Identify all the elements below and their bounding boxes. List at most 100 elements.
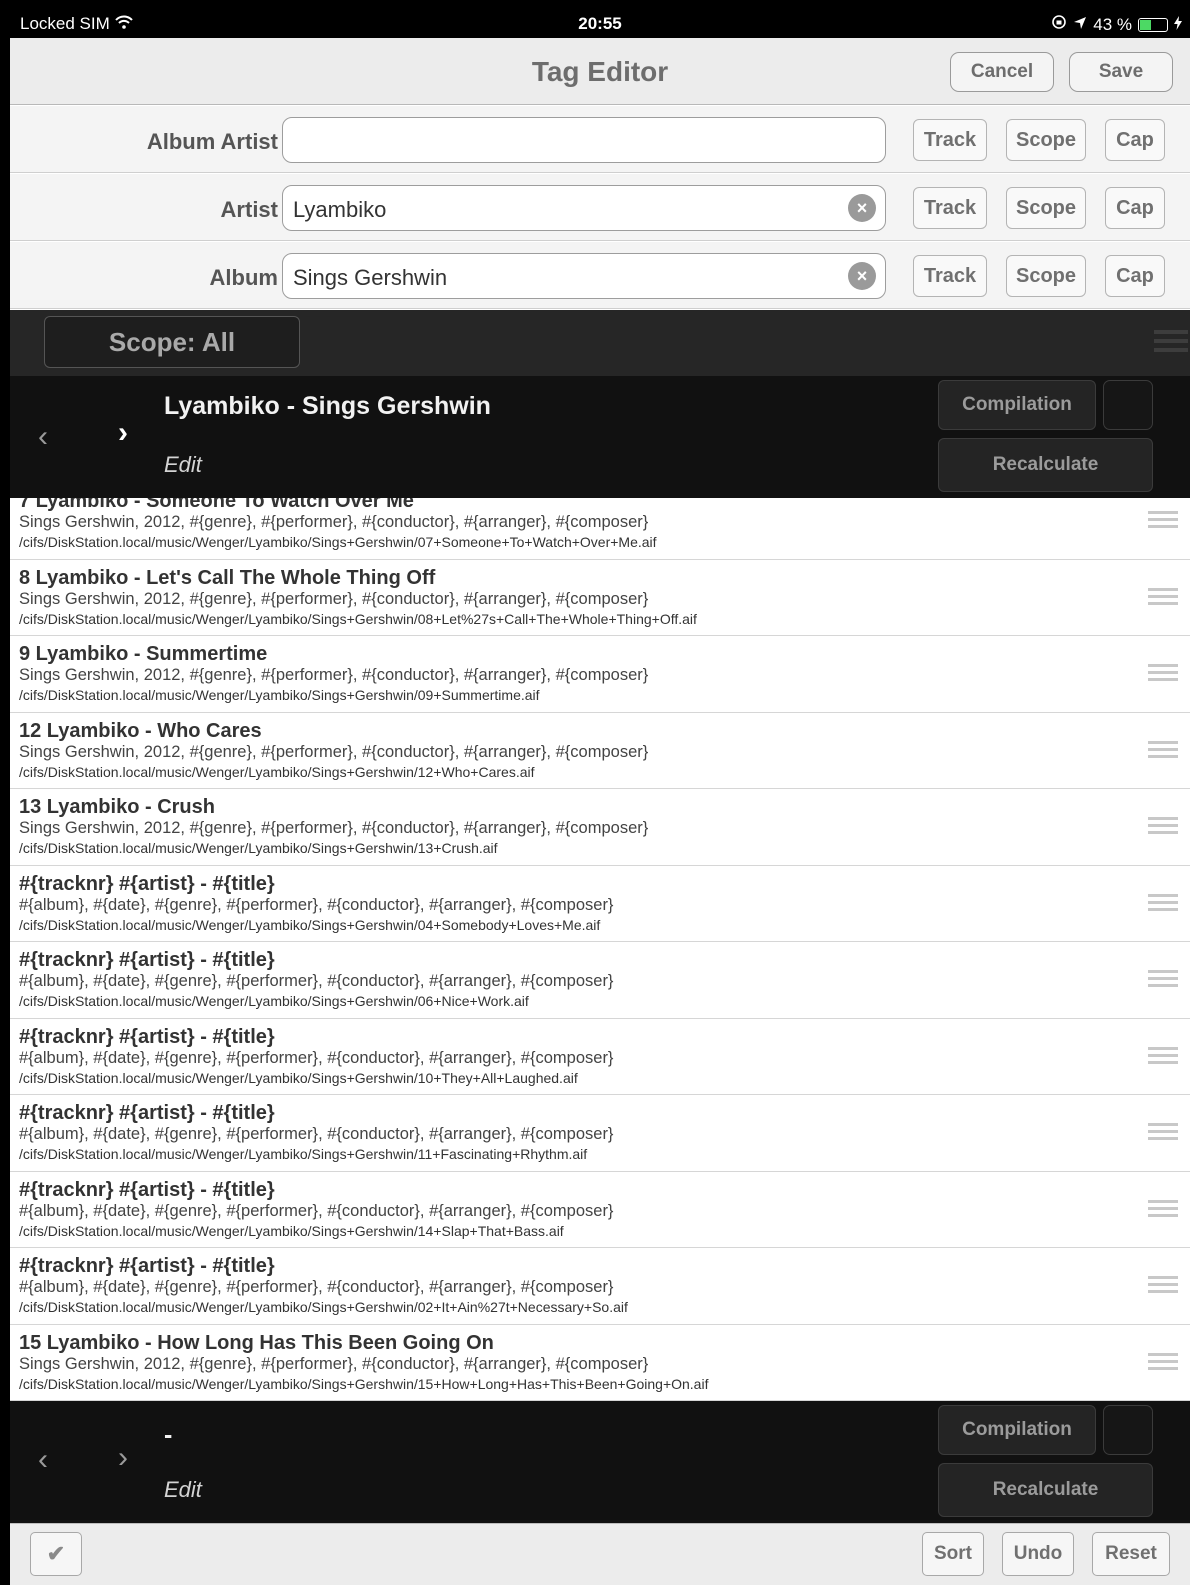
album-artist-field[interactable]: [282, 117, 886, 163]
navigation-bar: Tag Editor Cancel Save: [10, 38, 1190, 105]
chevron-left-icon[interactable]: ‹: [38, 420, 48, 454]
track-row[interactable]: 15 Lyambiko - How Long Has This Been Goi…: [10, 1325, 1190, 1401]
save-button[interactable]: Save: [1069, 52, 1173, 92]
drag-handle-icon[interactable]: [1148, 1199, 1178, 1222]
track-row[interactable]: 8 Lyambiko - Let's Call The Whole Thing …: [10, 560, 1190, 636]
drag-handle-icon[interactable]: [1148, 1276, 1178, 1298]
track-row[interactable]: #{tracknr} #{artist} - #{title} #{album},…: [10, 1095, 1190, 1172]
compilation-button[interactable]: Compilation: [938, 380, 1096, 430]
album-artist-cap-button[interactable]: Cap: [1105, 119, 1165, 161]
track-path: /cifs/DiskStation.local/music/Wenger/Lya…: [19, 1375, 709, 1392]
artist-scope-button[interactable]: Scope: [1006, 187, 1086, 229]
cancel-button[interactable]: Cancel: [950, 52, 1054, 92]
album-row: Album Sings Gershwin × Track Scope Cap: [10, 242, 1190, 309]
track-meta: Sings Gershwin, 2012, #{genre}, #{perfor…: [19, 742, 649, 761]
checkmark-icon[interactable]: ✔: [30, 1532, 82, 1576]
track-row[interactable]: #{tracknr} #{artist} - #{title} #{album},…: [10, 1172, 1190, 1248]
track-path: /cifs/DiskStation.local/music/Wenger/Lya…: [19, 1299, 628, 1315]
track-title: 7 Lyambiko - Someone To Watch Over Me: [19, 498, 414, 512]
album-track-button[interactable]: Track: [913, 255, 987, 297]
orientation-lock-icon: [1051, 14, 1067, 35]
track-title: #{tracknr} #{artist} - #{title}: [19, 1025, 275, 1048]
track-row[interactable]: 7 Lyambiko - Someone To Watch Over Me Sin…: [10, 498, 1190, 560]
edit-link[interactable]: Edit: [164, 452, 202, 478]
album-artist-scope-button[interactable]: Scope: [1006, 119, 1086, 161]
menu-icon[interactable]: [1154, 330, 1188, 354]
track-row[interactable]: 13 Lyambiko - Crush Sings Gershwin, 2012,…: [10, 789, 1190, 866]
drag-handle-icon[interactable]: [1148, 1123, 1178, 1145]
track-meta: #{album}, #{date}, #{genre}, #{performer…: [19, 1201, 614, 1220]
charging-icon: [1174, 15, 1182, 35]
sort-button[interactable]: Sort: [922, 1532, 984, 1576]
clear-icon[interactable]: ×: [848, 194, 876, 222]
track-path: /cifs/DiskStation.local/music/Wenger/Lya…: [19, 1069, 578, 1086]
edit-link[interactable]: Edit: [164, 1477, 202, 1503]
album-artist-row: Album Artist Track Scope Cap: [10, 106, 1190, 173]
track-row[interactable]: 12 Lyambiko - Who Cares Sings Gershwin, 2…: [10, 713, 1190, 789]
track-title: 15 Lyambiko - How Long Has This Been Goi…: [19, 1331, 494, 1354]
track-title: #{tracknr} #{artist} - #{title}: [19, 1102, 275, 1124]
scope-button[interactable]: Scope: All: [44, 316, 300, 368]
drag-handle-icon[interactable]: [1148, 511, 1178, 533]
drag-handle-icon[interactable]: [1148, 740, 1178, 763]
track-meta: Sings Gershwin, 2012, #{genre}, #{perfor…: [19, 819, 649, 837]
artist-cap-button[interactable]: Cap: [1105, 187, 1165, 229]
track-meta: Sings Gershwin, 2012, #{genre}, #{perfor…: [19, 513, 649, 531]
track-path: /cifs/DiskStation.local/music/Wenger/Lya…: [19, 840, 498, 856]
tag-editor-screen: Locked SIM 20:55 43 % Tag Editor Cancel …: [10, 0, 1190, 1585]
album-header-panel: ‹ › Lyambiko - Sings Gershwin Edit Compi…: [10, 376, 1190, 498]
track-meta: #{album}, #{date}, #{genre}, #{performer…: [19, 895, 614, 914]
drag-handle-icon[interactable]: [1148, 664, 1178, 686]
location-icon: [1073, 15, 1087, 35]
album-artist-track-button[interactable]: Track: [913, 119, 987, 161]
artist-row: Artist Lyambiko × Track Scope Cap: [10, 174, 1190, 241]
compilation-checkbox[interactable]: [1103, 1405, 1153, 1455]
track-row[interactable]: #{tracknr} #{artist} - #{title} #{album},…: [10, 866, 1190, 942]
undo-button[interactable]: Undo: [1002, 1532, 1074, 1576]
track-row[interactable]: #{tracknr} #{artist} - #{title} #{album},…: [10, 1248, 1190, 1325]
drag-handle-icon[interactable]: [1148, 970, 1178, 992]
drag-handle-icon[interactable]: [1148, 587, 1178, 610]
track-title: #{tracknr} #{artist} - #{title}: [19, 1255, 275, 1277]
track-row[interactable]: 9 Lyambiko - Summertime Sings Gershwin, 2…: [10, 636, 1190, 713]
album-cap-button[interactable]: Cap: [1105, 255, 1165, 297]
track-path: /cifs/DiskStation.local/music/Wenger/Lya…: [19, 993, 529, 1009]
artist-track-button[interactable]: Track: [913, 187, 987, 229]
chevron-right-icon[interactable]: ›: [118, 1441, 128, 1475]
status-bar: Locked SIM 20:55 43 %: [10, 0, 1190, 38]
track-row[interactable]: #{tracknr} #{artist} - #{title} #{album},…: [10, 942, 1190, 1019]
album-field[interactable]: Sings Gershwin ×: [282, 253, 886, 299]
track-meta: #{album}, #{date}, #{genre}, #{performer…: [19, 1048, 614, 1067]
track-title: 8 Lyambiko - Let's Call The Whole Thing …: [19, 566, 436, 589]
drag-handle-icon[interactable]: [1148, 817, 1178, 839]
track-path: /cifs/DiskStation.local/music/Wenger/Lya…: [19, 1222, 564, 1239]
album-artist-label: Album Artist: [146, 129, 278, 154]
album-header-title: Lyambiko - Sings Gershwin: [164, 392, 491, 420]
drag-handle-icon[interactable]: [1148, 1352, 1178, 1375]
album-scope-button[interactable]: Scope: [1006, 255, 1086, 297]
clock: 20:55: [578, 14, 622, 33]
album-label: Album: [209, 265, 278, 290]
track-path: /cifs/DiskStation.local/music/Wenger/Lya…: [19, 916, 601, 933]
track-path: /cifs/DiskStation.local/music/Wenger/Lya…: [19, 534, 657, 550]
status-right: 43 %: [1051, 14, 1182, 35]
drag-handle-icon[interactable]: [1148, 1046, 1178, 1069]
compilation-checkbox[interactable]: [1103, 380, 1153, 430]
track-path: /cifs/DiskStation.local/music/Wenger/Lya…: [19, 763, 535, 780]
track-row[interactable]: #{tracknr} #{artist} - #{title} #{album},…: [10, 1019, 1190, 1095]
track-title: #{tracknr} #{artist} - #{title}: [19, 872, 275, 895]
artist-field[interactable]: Lyambiko ×: [282, 185, 886, 231]
track-path: /cifs/DiskStation.local/music/Wenger/Lya…: [19, 1146, 588, 1162]
track-title: 13 Lyambiko - Crush: [19, 796, 215, 818]
track-title: 12 Lyambiko - Who Cares: [19, 719, 262, 742]
recalculate-button[interactable]: Recalculate: [938, 1463, 1153, 1517]
drag-handle-icon[interactable]: [1148, 893, 1178, 916]
chevron-right-icon[interactable]: ›: [118, 416, 128, 450]
reset-button[interactable]: Reset: [1092, 1532, 1170, 1576]
selection-title: -: [164, 1421, 173, 1449]
recalculate-button[interactable]: Recalculate: [938, 438, 1153, 492]
track-meta: Sings Gershwin, 2012, #{genre}, #{perfor…: [19, 666, 649, 684]
clear-icon[interactable]: ×: [848, 262, 876, 290]
chevron-left-icon[interactable]: ‹: [38, 1443, 48, 1477]
compilation-button[interactable]: Compilation: [938, 1405, 1096, 1455]
